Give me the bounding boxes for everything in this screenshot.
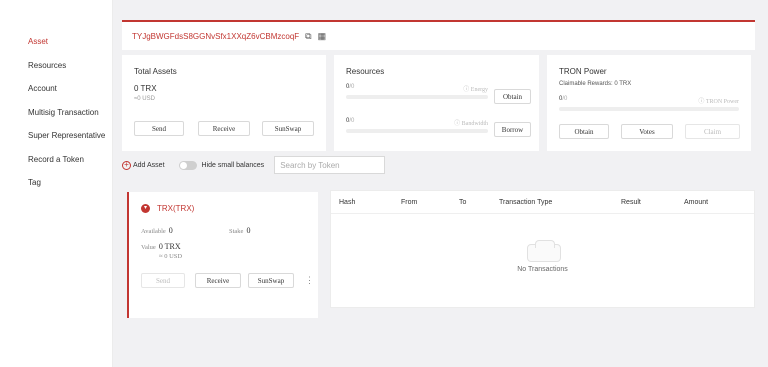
borrow-button[interactable]: Borrow [494,122,531,137]
total-assets-amount: 0 TRX [134,84,157,93]
address-bar: TYJgBWGFdsS8GGNvSfx1XXqZ6vCBMzcoqF ⧉ ▦ [122,20,755,50]
available-label: Available [141,228,166,235]
stake-value: 0 [246,226,251,235]
transactions-table: Hash From To Transaction Type Result Amo… [330,190,755,308]
bandwidth-max: /0 [349,118,355,124]
empty-inbox-icon [527,240,561,262]
hide-small-balances-toggle[interactable] [178,160,197,170]
total-assets-usd: ≈0 USD [134,96,155,102]
tron-power-label: TRON Power [705,99,739,105]
main-content: TYJgBWGFdsS8GGNvSfx1XXqZ6vCBMzcoqF ⧉ ▦ T… [122,20,755,318]
token-usd: ≈ 0 USD [159,253,183,260]
column-to: To [459,199,467,206]
energy-label: Energy [470,87,488,93]
copy-icon[interactable]: ⧉ [305,31,311,42]
more-options-icon[interactable]: ⋮ [305,275,314,286]
resources-card: Resources 0/0 ⓘ Energy Obtain 0/0 ⓘ Band… [334,55,539,151]
token-header: ▾ TRX(TRX) [141,204,194,213]
hide-small-balances-label: Hide small balances [201,161,265,169]
token-value: Value 0 TRX [141,242,181,251]
resources-title: Resources [346,67,385,76]
plus-circle-icon[interactable]: + [122,160,131,170]
sidebar-item-record-a-token[interactable]: Record a Token [0,148,112,172]
sidebar-item-tag[interactable]: Tag [0,171,112,195]
claimable-rewards: Claimable Rewards: 0 TRX [559,81,632,87]
token-receive-button[interactable]: Receive [195,273,241,288]
token-send-button[interactable]: Send [141,273,185,288]
send-button[interactable]: Send [134,121,184,136]
sidebar-item-account[interactable]: Account [0,77,112,101]
table-header: Hash From To Transaction Type Result Amo… [331,191,754,214]
obtain-tron-power-button[interactable]: Obtain [559,124,609,139]
wallet-address[interactable]: TYJgBWGFdsS8GGNvSfx1XXqZ6vCBMzcoqF [132,32,299,41]
sunswap-button[interactable]: SunSwap [262,121,314,136]
tron-power-row: 0/0 ⓘ TRON Power [559,96,739,111]
energy-row: 0/0 ⓘ Energy [346,84,488,99]
sidebar-item-resources[interactable]: Resources [0,54,112,78]
available-balance: Available 0 [141,226,173,235]
sidebar-item-multisig-transaction[interactable]: Multisig Transaction [0,101,112,125]
bandwidth-row: 0/0 ⓘ Bandwidth [346,118,488,133]
empty-state-text: No Transactions [517,266,568,273]
search-token-input[interactable]: Search by Token [274,156,386,174]
total-assets-card: Total Assets 0 TRX ≈0 USD Send Receive S… [122,55,326,151]
token-name[interactable]: TRX(TRX) [157,204,194,213]
column-from: From [401,199,418,206]
energy-bar [346,95,488,99]
asset-toolbar: + Add Asset Hide small balances Search b… [122,156,522,174]
token-card-trx: ▾ TRX(TRX) Available 0 Stake 0 Value 0 TRX … [127,192,318,318]
total-assets-title: Total Assets [134,67,177,76]
stake-label: Stake [229,228,244,235]
tron-power-max: /0 [562,96,568,102]
obtain-resources-button[interactable]: Obtain [494,89,531,104]
sidebar: Asset Resources Account Multisig Transac… [0,0,113,367]
help-icon: ⓘ [698,99,705,105]
overview-cards: Total Assets 0 TRX ≈0 USD Send Receive S… [122,55,751,151]
energy-max: /0 [349,84,355,90]
receive-button[interactable]: Receive [198,121,250,136]
column-amount: Amount [684,199,709,206]
tron-logo-icon: ▾ [141,204,150,213]
tron-power-card: TRON Power Claimable Rewards: 0 TRX 0/0 … [547,55,751,151]
votes-button[interactable]: Votes [621,124,673,139]
stake-balance: Stake 0 [229,226,250,235]
bandwidth-label: Bandwidth [461,121,488,127]
help-icon: ⓘ [463,87,470,93]
add-asset-link[interactable]: Add Asset [133,162,165,169]
bandwidth-bar [346,129,488,133]
sidebar-item-super-representative[interactable]: Super Representative [0,124,112,148]
value-amount: 0 TRX [158,242,181,251]
token-sunswap-button[interactable]: SunSwap [248,273,294,288]
column-transaction-type: Transaction Type [499,199,553,206]
qr-code-icon[interactable]: ▦ [318,31,327,42]
column-result: Result [621,199,641,206]
tron-power-title: TRON Power [559,67,607,76]
value-label: Value [141,244,156,251]
sidebar-item-asset[interactable]: Asset [0,30,112,54]
help-icon: ⓘ [454,121,461,127]
column-hash: Hash [339,199,356,206]
available-value: 0 [168,226,173,235]
tron-power-bar [559,107,739,111]
claim-button[interactable]: Claim [685,124,740,139]
